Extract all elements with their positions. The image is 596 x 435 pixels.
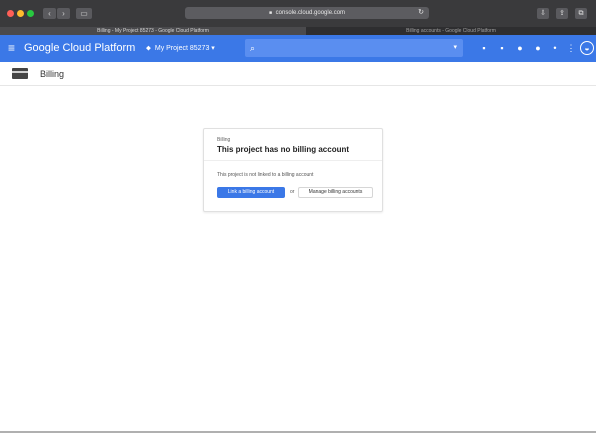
card-divider <box>204 160 382 161</box>
window-minimize-button[interactable] <box>17 10 24 17</box>
gcp-product-title[interactable]: Google Cloud Platform <box>24 41 135 55</box>
more-vert-icon[interactable]: ⋮ <box>566 42 576 54</box>
gcp-header: ≡ Google Cloud Platform ⬥ My Project 852… <box>0 35 596 62</box>
card-description: This project is not linked to a billing … <box>217 172 314 178</box>
browser-sidebar-button[interactable]: ▭ <box>76 8 92 19</box>
page-header: Billing <box>0 62 596 86</box>
tab-billing-accounts[interactable]: Billing accounts - Google Cloud Platform <box>306 27 596 35</box>
or-separator: or <box>290 189 295 195</box>
help-icon[interactable]: ▪ <box>497 42 507 54</box>
card-eyebrow: Billing <box>217 137 231 143</box>
bell-icon[interactable]: • <box>550 42 560 54</box>
browser-forward-button[interactable]: › <box>57 8 70 19</box>
project-name: My Project 85273 <box>154 45 210 52</box>
link-billing-account-button[interactable]: Link a billing account <box>217 187 285 198</box>
hamburger-menu-icon[interactable]: ≡ <box>8 41 15 55</box>
bottom-border <box>0 431 596 433</box>
window-close-button[interactable] <box>7 10 14 17</box>
billing-card-icon <box>12 68 28 79</box>
lock-icon: ■ <box>268 10 272 16</box>
no-billing-card: Billing This project has no billing acco… <box>203 128 383 212</box>
tabs-overview-icon[interactable]: ⧉ <box>575 8 587 19</box>
window-maximize-button[interactable] <box>27 10 34 17</box>
browser-back-button[interactable]: ‹ <box>43 8 56 19</box>
browser-tabbar: Billing - My Project 85273 - Google Clou… <box>0 27 596 35</box>
card-heading: This project has no billing account <box>217 145 350 154</box>
search-expand-icon[interactable]: ▾ <box>453 42 457 54</box>
address-bar[interactable]: ■ console.cloud.google.com ↻ <box>185 7 429 19</box>
download-icon[interactable]: ⇩ <box>537 8 549 19</box>
page-title: Billing <box>40 69 65 79</box>
chevron-down-icon: ▾ <box>211 45 215 52</box>
browser-titlebar: ‹ › ▭ ■ console.cloud.google.com ↻ ⇩ ⇪ ⧉ <box>0 0 596 27</box>
avatar[interactable]: ◒ <box>580 41 594 55</box>
reload-icon[interactable]: ↻ <box>418 7 424 19</box>
search-input[interactable]: ⌕ ▾ <box>245 39 463 57</box>
search-icon: ⌕ <box>250 43 256 53</box>
feedback-icon[interactable]: ● <box>515 42 525 54</box>
tab-billing-project[interactable]: Billing - My Project 85273 - Google Clou… <box>0 27 306 35</box>
notifications-icon[interactable]: ● <box>533 42 543 54</box>
cloud-shell-icon[interactable]: ▪ <box>479 42 489 54</box>
project-icon: ⬥ <box>146 45 151 52</box>
manage-billing-accounts-button[interactable]: Manage billing accounts <box>298 187 373 198</box>
project-selector[interactable]: ⬥ My Project 85273 ▾ <box>146 43 215 54</box>
address-bar-url: console.cloud.google.com <box>275 10 346 16</box>
share-icon[interactable]: ⇪ <box>556 8 568 19</box>
